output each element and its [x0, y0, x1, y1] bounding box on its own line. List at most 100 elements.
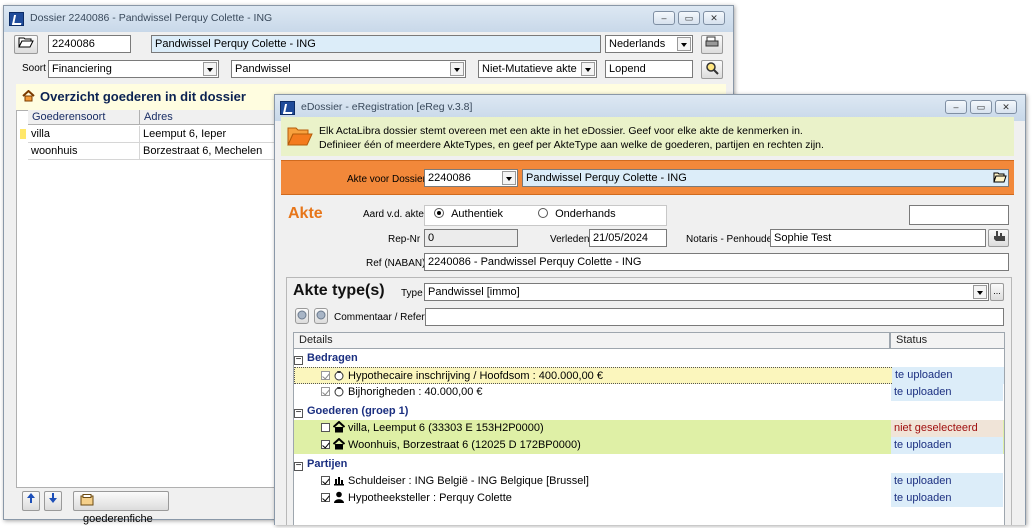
dossier-name-field[interactable]: Pandwissel Perquy Colette - ING: [151, 35, 601, 53]
close-button[interactable]: ✕: [703, 11, 725, 25]
detail-text: villa, Leemput 6 (33303 E 153H2P0000): [348, 422, 544, 434]
collapse-icon[interactable]: −: [294, 461, 303, 471]
open-folder-button[interactable]: [14, 35, 38, 54]
repnr-label: Rep-Nr: [388, 234, 421, 245]
chevron-down-icon[interactable]: [677, 37, 691, 51]
type-select[interactable]: Pandwissel [immo]: [424, 283, 989, 301]
move-up-button[interactable]: [22, 491, 40, 511]
minimize-button[interactable]: ‒: [653, 11, 675, 25]
arrow-up-icon: [27, 493, 35, 503]
dossier-number-field[interactable]: 2240086: [48, 35, 131, 53]
status-cell: te uploaden: [892, 367, 1004, 384]
row-checkbox[interactable]: [321, 387, 330, 396]
goederen-panel-title: Overzicht goederen in dit dossier: [40, 89, 246, 104]
aktetypes-title: Akte type(s): [293, 282, 385, 299]
column-goederensoort[interactable]: Goederensoort: [28, 110, 140, 125]
goederenfiche-label: goederenfiche: [83, 513, 153, 525]
remove-type-button[interactable]: [314, 308, 328, 324]
dossier-window-title: Dossier 2240086 - Pandwissel Perquy Cole…: [30, 12, 273, 24]
status-cell: niet geselecteerd: [891, 420, 1003, 437]
info-line-1: Elk ActaLibra dossier stemt overeen met …: [319, 125, 803, 137]
goed-soort-cell[interactable]: villa: [28, 126, 140, 143]
language-select[interactable]: Nederlands: [605, 35, 693, 53]
info-banner: Elk ActaLibra dossier stemt overeen met …: [281, 117, 1014, 156]
edossier-window-title: eDossier - eRegistration [eReg v.3.8]: [301, 101, 473, 113]
notaris-field[interactable]: Sophie Test: [770, 229, 986, 247]
detail-row[interactable]: villa, Leemput 6 (33303 E 153H2P0000) ni…: [294, 420, 1004, 437]
radio-unselected-icon: [538, 208, 548, 218]
app-icon: [280, 101, 295, 115]
search-icon: [706, 62, 719, 75]
column-details[interactable]: Details: [293, 332, 890, 349]
row-checkbox[interactable]: [321, 423, 330, 432]
akte-kind-value: Niet-Mutatieve akte: [482, 63, 577, 75]
detail-row[interactable]: Hypothecaire inschrijving / Hoofdsom : 4…: [294, 367, 1004, 384]
goed-adres-cell[interactable]: Borzestraat 6, Mechelen: [140, 143, 280, 160]
commentaar-field[interactable]: [425, 308, 1004, 326]
house-icon: [22, 90, 35, 102]
chevron-down-icon[interactable]: [581, 62, 595, 76]
akte-voor-dossier-select[interactable]: 2240086: [424, 169, 518, 187]
print-button[interactable]: [701, 35, 723, 54]
row-checkbox[interactable]: [321, 371, 330, 380]
radio-authentiek[interactable]: Authentiek: [434, 208, 503, 220]
folder-open-icon[interactable]: [993, 172, 1007, 183]
group-row-bedragen[interactable]: − Bedragen: [294, 350, 1004, 367]
add-type-button[interactable]: [295, 308, 309, 324]
collapse-icon[interactable]: −: [294, 355, 303, 365]
dossier-state-field[interactable]: Lopend: [605, 60, 693, 78]
person-icon: [334, 491, 344, 503]
ref-field[interactable]: 2240086 - Pandwissel Perquy Colette - IN…: [424, 253, 1009, 271]
goederenfiche-button[interactable]: goederenfiche: [73, 491, 169, 525]
repnr-field[interactable]: 0: [424, 229, 518, 247]
detail-row[interactable]: Bijhorigheden : 40.000,00 € te uploaden: [294, 384, 1004, 401]
goed-soort-cell[interactable]: woonhuis: [28, 143, 140, 160]
group-label: Bedragen: [307, 352, 358, 364]
folder-open-icon: [18, 37, 34, 48]
detail-text: Hypothecaire inschrijving / Hoofdsom : 4…: [348, 370, 603, 382]
row-checkbox[interactable]: [321, 493, 330, 502]
radio-selected-icon: [434, 208, 444, 218]
chevron-down-icon[interactable]: [973, 285, 987, 299]
column-status[interactable]: Status: [890, 332, 1005, 349]
subtype-select[interactable]: Pandwissel: [231, 60, 466, 78]
type-value: Pandwissel [immo]: [428, 286, 520, 298]
detail-row[interactable]: Woonhuis, Borzestraat 6 (12025 D 172BP00…: [294, 437, 1004, 454]
notaris-lookup-button[interactable]: [988, 229, 1009, 247]
dossier-titlebar[interactable]: Dossier 2240086 - Pandwissel Perquy Cole…: [4, 6, 733, 32]
maximize-button[interactable]: ▭: [970, 100, 992, 114]
search-button[interactable]: [701, 60, 723, 79]
goederen-grid: [16, 110, 281, 488]
soort-label: Soort: [22, 63, 46, 74]
chevron-down-icon[interactable]: [502, 171, 516, 185]
move-down-button[interactable]: [44, 491, 62, 511]
detail-row[interactable]: Schuldeiser : ING België - ING Belgique …: [294, 473, 1004, 490]
group-label: Goederen (groep 1): [307, 405, 409, 417]
maximize-button[interactable]: ▭: [678, 11, 700, 25]
chevron-down-icon[interactable]: [203, 62, 217, 76]
status-cell: te uploaden: [891, 473, 1003, 490]
circle-remove-icon: [316, 310, 326, 320]
column-details-label: Details: [299, 334, 333, 346]
row-indicator: [20, 129, 26, 139]
column-adres[interactable]: Adres: [140, 110, 280, 125]
akte-voor-dossier-name[interactable]: Pandwissel Perquy Colette - ING: [522, 169, 1009, 187]
bank-icon: [334, 477, 344, 486]
radio-onderhands[interactable]: Onderhands: [538, 208, 616, 220]
detail-row[interactable]: Hypotheeksteller : Perquy Colette te upl…: [294, 490, 1004, 507]
group-row-goederen[interactable]: − Goederen (groep 1): [294, 403, 1004, 420]
row-checkbox[interactable]: [321, 476, 330, 485]
goed-adres-cell[interactable]: Leemput 6, Ieper: [140, 126, 280, 143]
row-checkbox[interactable]: [321, 440, 330, 449]
akte-kind-select[interactable]: Niet-Mutatieve akte: [478, 60, 597, 78]
close-button[interactable]: ✕: [995, 100, 1017, 114]
chevron-down-icon[interactable]: [450, 62, 464, 76]
extra-field[interactable]: [909, 205, 1009, 225]
column-status-label: Status: [896, 334, 928, 346]
collapse-icon[interactable]: −: [294, 408, 303, 418]
minimize-button[interactable]: ‒: [945, 100, 967, 114]
type-more-button[interactable]: ...: [990, 283, 1004, 301]
soort-select[interactable]: Financiering: [48, 60, 219, 78]
verleden-field[interactable]: 21/05/2024: [589, 229, 667, 247]
group-row-partijen[interactable]: − Partijen: [294, 456, 1004, 473]
